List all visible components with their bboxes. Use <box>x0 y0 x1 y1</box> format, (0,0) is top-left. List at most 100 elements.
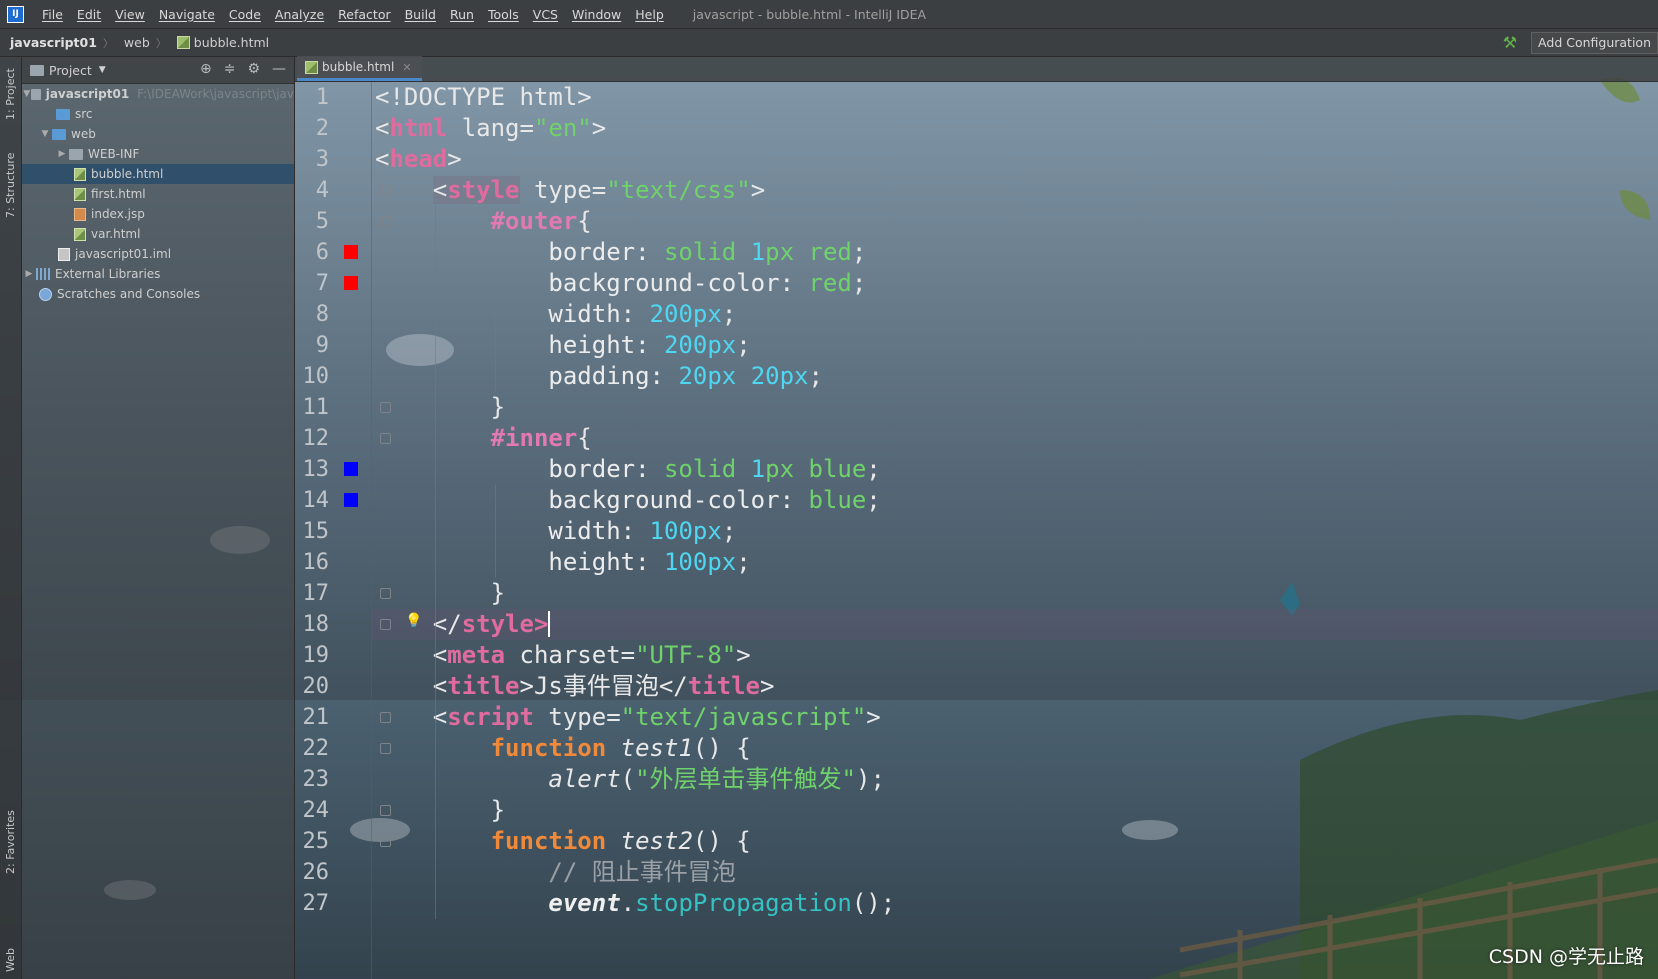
tree-item-external-libraries[interactable]: ▶ External Libraries <box>22 264 294 284</box>
tab-web-tool[interactable]: Web <box>0 942 21 978</box>
code-line: <!DOCTYPE html> <box>375 82 592 113</box>
code-token: < <box>375 641 448 669</box>
tree-item-web[interactable]: ▼ web <box>22 124 294 144</box>
menu-refactor[interactable]: Refactor <box>331 0 397 28</box>
code-token: < <box>432 176 448 204</box>
build-hammer-icon[interactable]: ⚒ <box>1503 33 1517 52</box>
line-number: 12 <box>302 426 330 451</box>
menu-code[interactable]: Code <box>222 0 268 28</box>
code-area[interactable]: <!DOCTYPE html> <html lang="en"> <head> <s… <box>375 82 1658 979</box>
minimize-icon[interactable]: — <box>272 61 286 77</box>
menu-build[interactable]: Build <box>398 0 443 28</box>
tree-item-label: WEB-INF <box>88 147 140 161</box>
intellij-app-icon[interactable]: IJ <box>7 5 24 23</box>
watermark: CSDN @学无止路 <box>1488 946 1644 968</box>
tree-item-src[interactable]: src <box>22 104 294 124</box>
breadcrumb-folder[interactable]: web <box>114 35 156 50</box>
menu-navigate[interactable]: Navigate <box>152 0 222 28</box>
code-token: px red <box>765 238 852 266</box>
tree-item-index-jsp[interactable]: index.jsp <box>22 204 294 224</box>
code-token: 1 <box>750 455 766 483</box>
code-line: width: 100px; <box>375 516 736 547</box>
indent-guide <box>435 206 436 919</box>
code-line: height: 200px; <box>375 330 750 361</box>
tree-item-project-root[interactable]: ▼ javascript01 F:\IDEAWork\javascript\ja… <box>22 84 294 104</box>
tree-item-web-inf[interactable]: ▶ WEB-INF <box>22 144 294 164</box>
menu-window[interactable]: Window <box>565 0 628 28</box>
code-line: alert("外层单击事件触发"); <box>375 764 885 795</box>
code-token: style <box>461 610 534 638</box>
menu-vcs[interactable]: VCS <box>526 0 565 28</box>
tree-item-label: bubble.html <box>91 167 164 181</box>
line-number: 26 <box>302 860 330 885</box>
breadcrumb-file[interactable]: bubble.html <box>167 35 275 50</box>
menu-tools[interactable]: Tools <box>481 0 526 28</box>
tab-bubble-html[interactable]: bubble.html ✕ <box>297 56 422 81</box>
window-title: javascript - bubble.html - IntelliJ IDEA <box>692 6 927 22</box>
code-token: { <box>577 424 592 452</box>
code-line: height: 100px; <box>375 547 750 578</box>
tree-item-first-html[interactable]: first.html <box>22 184 294 204</box>
collapse-all-icon[interactable]: ≑ <box>224 61 236 77</box>
tree-item-label: index.jsp <box>91 207 145 221</box>
locate-target-icon[interactable]: ⊕ <box>200 61 212 77</box>
project-view-selector[interactable]: Project ▼ <box>30 63 106 78</box>
line-number: 4 <box>315 178 329 203</box>
breadcrumb-project-label: javascript01 <box>10 35 97 50</box>
code-token: head <box>389 145 448 173</box>
tab-project-tool[interactable]: 1: Project <box>0 63 21 125</box>
breadcrumb-project[interactable]: javascript01 <box>0 35 103 50</box>
code-token: > <box>591 114 607 142</box>
tree-item-label: External Libraries <box>55 267 161 281</box>
add-configuration-button[interactable]: Add Configuration <box>1531 31 1658 54</box>
menu-edit[interactable]: Edit <box>70 0 108 28</box>
menu-run[interactable]: Run <box>443 0 481 28</box>
color-swatch-icon[interactable] <box>344 462 358 476</box>
chevron-down-icon[interactable]: ▼ <box>22 89 31 99</box>
color-swatch-icon[interactable] <box>344 276 358 290</box>
tree-item-iml[interactable]: javascript01.iml <box>22 244 294 264</box>
code-token: red <box>808 269 852 297</box>
chevron-down-icon[interactable]: ▼ <box>38 129 52 139</box>
code-token: ; <box>721 300 737 328</box>
indent-guide <box>495 485 496 578</box>
close-icon[interactable]: ✕ <box>402 61 411 74</box>
tab-structure-tool[interactable]: 7: Structure <box>0 149 21 221</box>
menu-analyze[interactable]: Analyze <box>268 0 331 28</box>
html-file-icon <box>176 36 190 49</box>
color-swatch-icon[interactable] <box>344 245 358 259</box>
menu-help[interactable]: Help <box>628 0 671 28</box>
line-number: 13 <box>302 457 330 482</box>
code-token: ; <box>851 269 867 297</box>
text-caret <box>548 611 551 637</box>
tree-item-scratches[interactable]: Scratches and Consoles <box>22 284 294 304</box>
code-token: script <box>447 703 534 731</box>
code-line: border: solid 1px red; <box>375 237 866 268</box>
color-swatch-icon[interactable] <box>344 493 358 507</box>
project-view-icon <box>30 64 44 76</box>
tree-item-label: src <box>75 107 93 121</box>
breadcrumb-file-label: bubble.html <box>193 35 270 50</box>
line-number: 17 <box>302 581 330 606</box>
line-number: 5 <box>315 209 329 234</box>
menu-view[interactable]: View <box>108 0 152 28</box>
tab-favorites-tool[interactable]: 2: Favorites <box>0 802 21 882</box>
code-token: style <box>447 176 520 204</box>
menu-file[interactable]: File <box>35 0 70 28</box>
gear-icon[interactable]: ⚙ <box>247 61 260 77</box>
chevron-right-icon[interactable]: ▶ <box>22 269 36 279</box>
code-token: "text/css" <box>606 176 751 204</box>
code-token: > <box>447 145 462 173</box>
indent-guide <box>495 268 496 392</box>
tree-item-bubble-html[interactable]: bubble.html <box>22 164 294 184</box>
breadcrumb-separator-icon: 〉 <box>155 36 167 50</box>
code-token: function <box>490 827 621 855</box>
chevron-right-icon[interactable]: ▶ <box>55 149 69 159</box>
code-token: background-color: <box>548 269 809 297</box>
line-number: 19 <box>302 643 330 668</box>
tree-item-var-html[interactable]: var.html <box>22 224 294 244</box>
